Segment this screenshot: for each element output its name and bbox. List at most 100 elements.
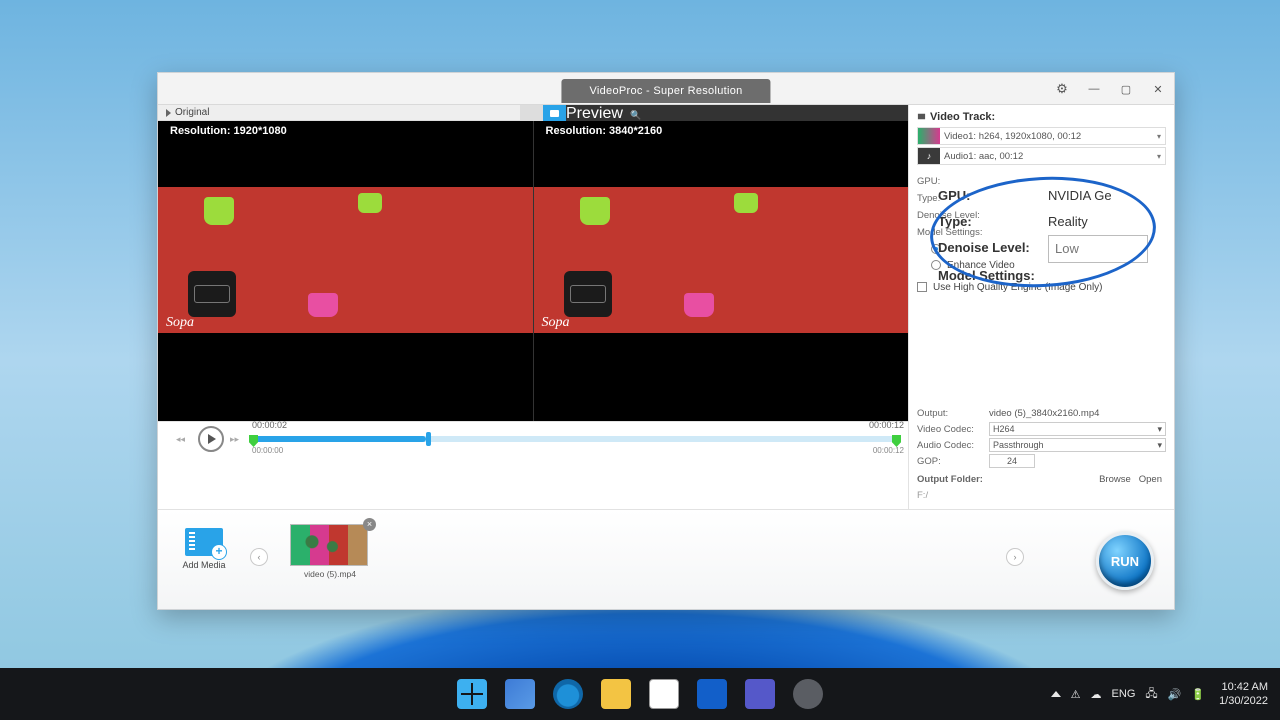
- gop-input[interactable]: 24: [989, 454, 1035, 468]
- original-pane: Resolution: 1920*1080 Sopa: [158, 121, 533, 421]
- mail-app-icon[interactable]: [697, 679, 727, 709]
- video-track-row[interactable]: Video1: h264, 1920x1080, 00:12 ▾: [917, 127, 1166, 145]
- decor-pot: [308, 293, 338, 317]
- ms-store-icon[interactable]: [649, 679, 679, 709]
- compare-toggle-on[interactable]: [543, 105, 566, 121]
- app-icon[interactable]: [745, 679, 775, 709]
- taskbar-clock[interactable]: 10:42 AM 1/30/2022: [1219, 680, 1268, 708]
- system-tray: ⚠ ☁ ENG 🖧 🔊 🔋 10:42 AM 1/30/2022: [1051, 680, 1268, 708]
- strip-prev-button[interactable]: ‹: [250, 548, 268, 566]
- audio-icon: ♪: [918, 148, 940, 164]
- callout-model-label: Model Settings:: [938, 263, 1035, 289]
- volume-icon[interactable]: 🔊: [1168, 688, 1182, 701]
- preview-header: Preview 🔍: [566, 105, 908, 121]
- play-icon: [166, 109, 171, 117]
- video-codec-select[interactable]: H264▾: [989, 422, 1166, 436]
- seek-progress: [250, 436, 426, 442]
- time-position: 00:00:02: [252, 420, 287, 430]
- chevron-down-icon[interactable]: ▾: [1157, 132, 1161, 141]
- decor-pot: [188, 271, 236, 317]
- strip-next-button[interactable]: ›: [1006, 548, 1024, 566]
- onedrive-warning-icon[interactable]: ⚠: [1071, 688, 1081, 701]
- magnify-icon[interactable]: 🔍: [630, 110, 641, 120]
- decor-pot: [684, 293, 714, 317]
- settings-gear-icon[interactable]: ⚙: [1046, 73, 1078, 105]
- callout-gpu-label: GPU:: [938, 183, 1048, 209]
- video-track-text: Video1: h264, 1920x1080, 00:12: [944, 131, 1157, 142]
- transport-bar: ◂◂ ▸▸ 00:00:02 00:00:12 00:00:00 00:00:1…: [158, 421, 908, 455]
- clock-date: 1/30/2022: [1219, 694, 1268, 708]
- workspace: Original Preview 🔍 Resolution: 1920*1080: [158, 105, 908, 509]
- add-media-icon: [185, 528, 223, 556]
- file-explorer-icon[interactable]: [601, 679, 631, 709]
- next-frame-button[interactable]: ▸▸: [230, 430, 244, 448]
- maximize-button[interactable]: ▢: [1110, 73, 1142, 105]
- tray-overflow-icon[interactable]: [1051, 691, 1061, 697]
- browse-button[interactable]: Browse: [1095, 474, 1135, 485]
- gop-label: GOP:: [917, 456, 989, 467]
- taskbar-pinned: [457, 679, 823, 709]
- compare-toggle-off[interactable]: [520, 105, 543, 121]
- decor-pot: [204, 197, 234, 225]
- close-button[interactable]: ✕: [1142, 73, 1174, 105]
- media-clip[interactable]: × video (5).mp4: [290, 524, 370, 579]
- callout-gpu-value: NVIDIA Ge: [1048, 183, 1148, 209]
- add-media-label: Add Media: [176, 560, 232, 570]
- clock-time: 10:42 AM: [1219, 680, 1268, 694]
- settings-panel: Video Track: Video1: h264, 1920x1080, 00…: [908, 105, 1174, 509]
- play-button[interactable]: [198, 426, 224, 452]
- language-indicator[interactable]: ENG: [1112, 688, 1136, 700]
- edge-browser-icon[interactable]: [553, 679, 583, 709]
- chevron-down-icon[interactable]: ▾: [1157, 152, 1161, 161]
- callout-denoise-value[interactable]: Low: [1048, 235, 1148, 263]
- callout-type-value: Reality: [1048, 209, 1148, 235]
- open-button[interactable]: Open: [1135, 474, 1166, 485]
- start-button[interactable]: [457, 679, 487, 709]
- audio-track-text: Audio1: aac, 00:12: [944, 151, 1157, 162]
- time-start: 00:00:00: [252, 446, 283, 455]
- output-filename: video (5)_3840x2160.mp4: [989, 408, 1166, 419]
- decor-pot: [580, 197, 610, 225]
- app-window: VideoProc - Super Resolution ⚙ — ▢ ✕ Ori…: [157, 72, 1175, 610]
- original-header: Original: [158, 105, 520, 121]
- decor-pot: [734, 193, 758, 213]
- video-compare-area: Resolution: 1920*1080 Sopa Resolution: 3…: [158, 121, 908, 421]
- decor-pot: [358, 193, 382, 213]
- preview-label: Preview: [566, 105, 623, 122]
- window-title: VideoProc - Super Resolution: [561, 79, 770, 103]
- network-icon[interactable]: 🖧: [1145, 685, 1157, 704]
- watermark-text: Sopa: [542, 315, 570, 331]
- seek-track[interactable]: [250, 436, 900, 442]
- window-controls: ⚙ — ▢ ✕: [1046, 73, 1174, 105]
- output-folder-label: Output Folder:: [917, 474, 989, 485]
- time-end: 00:00:12: [873, 446, 904, 455]
- output-folder-path: F:/: [917, 490, 928, 501]
- add-media-button[interactable]: Add Media: [176, 528, 232, 570]
- clip-thumbnail: [290, 524, 368, 566]
- audio-codec-select[interactable]: Passthrough▾: [989, 438, 1166, 452]
- preview-resolution: Resolution: 3840*2160: [546, 125, 663, 137]
- windows-taskbar: ⚠ ☁ ENG 🖧 🔊 🔋 10:42 AM 1/30/2022: [0, 668, 1280, 720]
- audio-track-row[interactable]: ♪ Audio1: aac, 00:12 ▾: [917, 147, 1166, 165]
- seek-playhead[interactable]: [426, 432, 431, 446]
- decor-pot: [564, 271, 612, 317]
- audio-codec-label: Audio Codec:: [917, 440, 989, 451]
- task-view-icon[interactable]: [505, 679, 535, 709]
- preview-pane: Resolution: 3840*2160 Sopa: [533, 121, 909, 421]
- minimize-button[interactable]: —: [1078, 73, 1110, 105]
- run-button[interactable]: RUN: [1096, 532, 1154, 590]
- battery-icon[interactable]: 🔋: [1191, 688, 1205, 701]
- video-thumb-icon: [918, 128, 940, 144]
- prev-frame-button[interactable]: ◂◂: [176, 430, 190, 448]
- preview-header-row: Original Preview 🔍: [158, 105, 908, 121]
- watermark-text: Sopa: [166, 315, 194, 331]
- weather-cloud-icon[interactable]: ☁: [1091, 688, 1102, 701]
- remove-clip-icon[interactable]: ×: [363, 518, 376, 531]
- media-strip: Add Media ‹ × video (5).mp4 › RUN: [158, 509, 1174, 609]
- original-resolution: Resolution: 1920*1080: [170, 125, 287, 137]
- settings-app-icon[interactable]: [793, 679, 823, 709]
- callout-denoise-label: Denoise Level:: [938, 235, 1048, 263]
- highlighted-params: GPU:NVIDIA Ge Type:Reality Denoise Level…: [938, 183, 1148, 289]
- video-track-heading: Video Track:: [917, 111, 1166, 123]
- titlebar: VideoProc - Super Resolution ⚙ — ▢ ✕: [158, 73, 1174, 105]
